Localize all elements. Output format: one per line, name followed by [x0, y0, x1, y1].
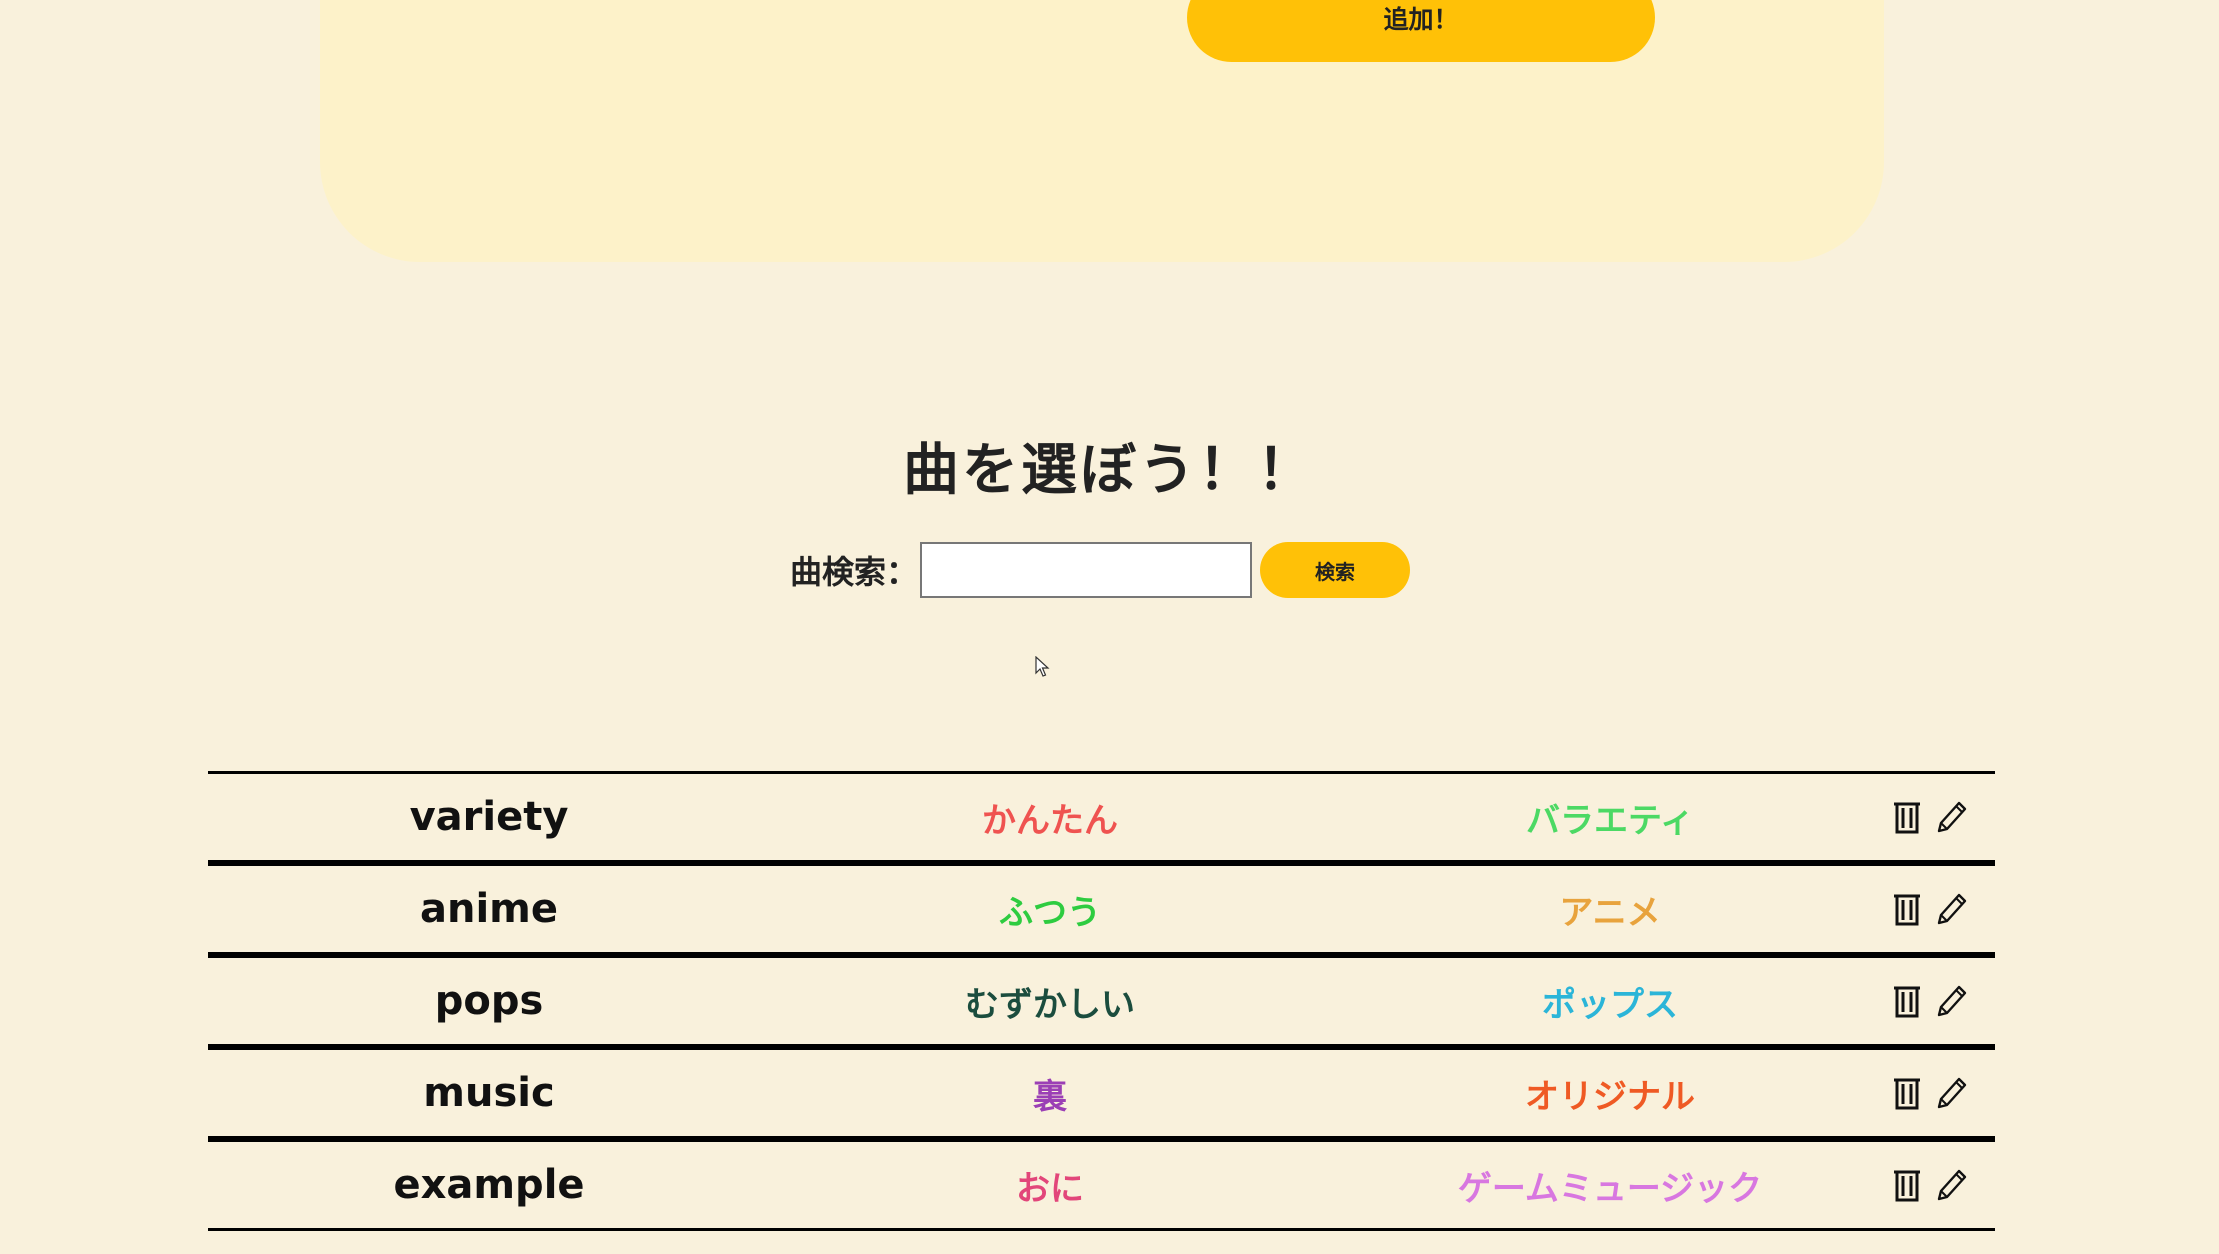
search-button[interactable]: 検索	[1260, 542, 1411, 598]
song-row[interactable]: pops むずかしい ポップス	[208, 958, 1995, 1050]
trash-icon[interactable]	[1890, 982, 1924, 1020]
song-difficulty: 裏	[1033, 1076, 1067, 1117]
song-actions	[1890, 1074, 1995, 1112]
song-row[interactable]: anime ふつう アニメ	[208, 866, 1995, 958]
song-difficulty: ふつう	[999, 892, 1101, 933]
song-search-form: 曲検索： 検索	[790, 540, 1411, 600]
trash-icon[interactable]	[1890, 890, 1924, 928]
song-name: anime	[420, 886, 558, 932]
pencil-icon[interactable]	[1934, 982, 1968, 1020]
song-genre: オリジナル	[1525, 1076, 1695, 1117]
add-button[interactable]: 追加！	[1187, 0, 1655, 62]
song-name: music	[423, 1070, 555, 1116]
pencil-icon[interactable]	[1934, 1074, 1968, 1112]
pencil-icon[interactable]	[1934, 798, 1968, 836]
search-label: 曲検索：	[790, 553, 919, 591]
song-name: variety	[409, 794, 569, 840]
pencil-icon[interactable]	[1934, 1166, 1968, 1204]
song-difficulty: むずかしい	[965, 984, 1135, 1025]
song-list: variety かんたん バラエティ anime ふつう アニメ pops むず…	[208, 771, 1995, 1231]
song-row[interactable]: music 裏 オリジナル	[208, 1050, 1995, 1142]
song-row[interactable]: example おに ゲームミュージック	[208, 1142, 1995, 1231]
song-difficulty: かんたん	[982, 800, 1118, 841]
pencil-icon[interactable]	[1934, 890, 1968, 928]
song-genre: ゲームミュージック	[1457, 1168, 1763, 1209]
add-song-panel: 追加！	[320, 0, 1884, 262]
song-genre: バラエティ	[1526, 800, 1694, 841]
mouse-cursor-icon	[1035, 656, 1050, 677]
song-actions	[1890, 982, 1995, 1020]
trash-icon[interactable]	[1890, 1166, 1924, 1204]
search-input[interactable]	[920, 542, 1253, 598]
song-actions	[1890, 798, 1995, 836]
song-name: pops	[434, 978, 544, 1024]
trash-icon[interactable]	[1890, 798, 1924, 836]
song-actions	[1890, 1166, 1995, 1204]
song-select-title: 曲を選ぼう！！	[903, 438, 1316, 503]
song-actions	[1890, 890, 1995, 928]
song-difficulty: おに	[1016, 1168, 1084, 1209]
song-genre: アニメ	[1559, 892, 1661, 933]
trash-icon[interactable]	[1890, 1074, 1924, 1112]
song-genre: ポップス	[1542, 984, 1678, 1025]
song-row[interactable]: variety かんたん バラエティ	[208, 774, 1995, 866]
song-name: example	[393, 1162, 585, 1208]
